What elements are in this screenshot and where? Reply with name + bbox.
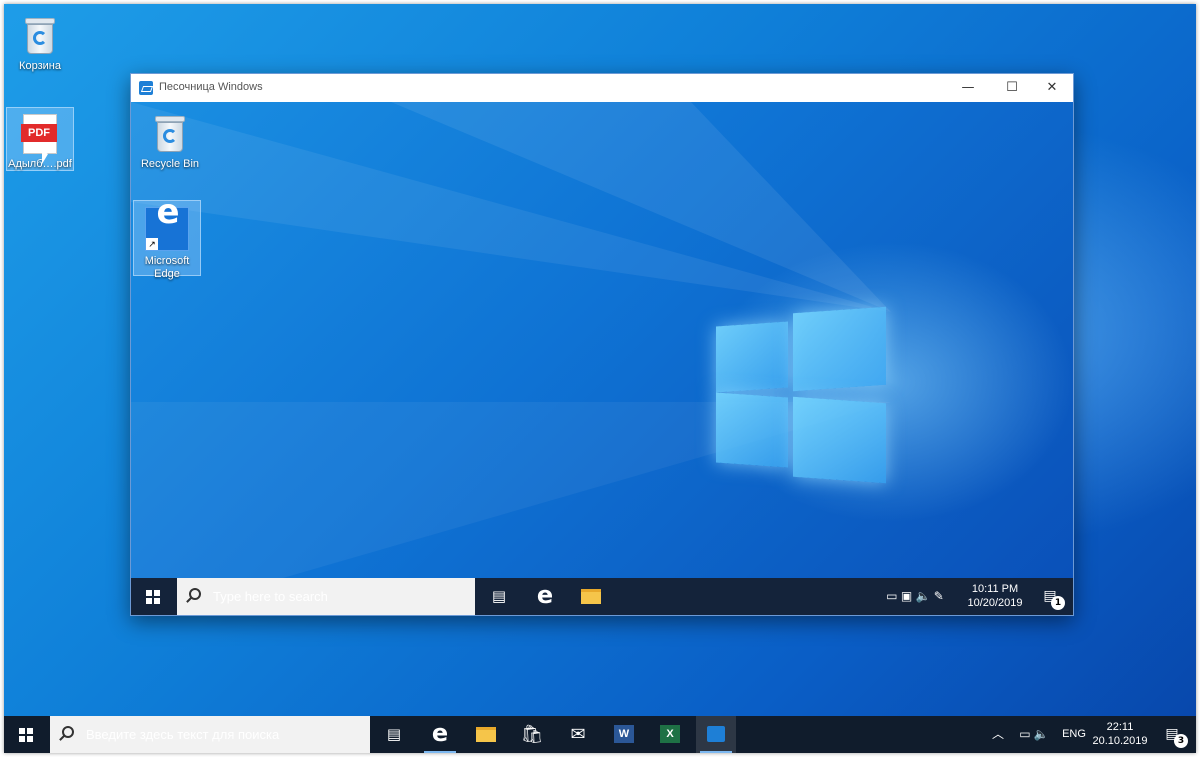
search-placeholder: Введите здесь текст для поиска	[86, 727, 280, 742]
wallpaper-light-rays	[131, 102, 891, 615]
host-taskbar: Введите здесь текст для поиска ▤ e 🛍 ✉ W…	[4, 716, 1196, 753]
windows-start-icon	[19, 728, 33, 742]
desktop-icon-label: Корзина	[19, 60, 61, 72]
desktop-icon-pdf-file[interactable]: PDF Адылб….pdf	[6, 107, 74, 171]
show-hidden-icons-button[interactable]: ︿	[988, 716, 1008, 753]
minimize-button[interactable]: —	[946, 74, 990, 102]
search-icon	[189, 588, 201, 600]
notification-count: 3	[1174, 734, 1188, 748]
notifications-button[interactable]: ▤ 3	[1154, 716, 1190, 753]
windows-sandbox-window[interactable]: Песочница Windows — ☐ ✕ Recycle Bin e ↗ …	[130, 73, 1074, 616]
edge-taskbar-icon[interactable]: e	[525, 578, 565, 615]
sandbox-desktop: Recycle Bin e ↗ Microsoft Edge Type here…	[131, 102, 1073, 615]
clock-date: 20.10.2019	[1092, 735, 1148, 747]
start-button[interactable]	[131, 578, 175, 615]
inner-desktop-icon-recycle-bin[interactable]: Recycle Bin	[136, 108, 204, 172]
maximize-button[interactable]: ☐	[990, 74, 1034, 102]
search-input[interactable]: Введите здесь текст для поиска	[50, 716, 370, 753]
search-input[interactable]: Type here to search	[177, 578, 475, 615]
notifications-button[interactable]: ▤ 1	[1033, 578, 1067, 615]
clock[interactable]: 22:11 20.10.2019	[1090, 716, 1150, 753]
sandbox-taskbar: Type here to search ▤ e ▭ ▣ 🔈 ✎ 10:11 PM…	[131, 578, 1073, 615]
desktop-icon-label: Recycle Bin	[140, 158, 200, 170]
windows-start-icon	[146, 590, 160, 604]
store-taskbar-icon[interactable]: 🛍	[512, 716, 552, 753]
start-button[interactable]	[4, 716, 48, 753]
close-button[interactable]: ✕	[1030, 74, 1074, 102]
clock-date: 10/20/2019	[967, 597, 1023, 609]
excel-taskbar-icon[interactable]: X	[650, 716, 690, 753]
mail-taskbar-icon[interactable]: ✉	[558, 716, 598, 753]
task-view-button[interactable]: ▤	[479, 578, 519, 615]
search-icon	[62, 726, 74, 738]
windows-logo-wallpaper-icon	[716, 304, 888, 484]
recycle-bin-icon	[153, 114, 187, 154]
clock-time: 22:11	[1106, 721, 1134, 733]
host-desktop: Корзина PDF Адылб….pdf Песочница Windows…	[4, 4, 1196, 753]
sandbox-taskbar-icon[interactable]	[696, 716, 736, 753]
edge-taskbar-icon[interactable]: e	[420, 716, 460, 753]
system-tray-icons[interactable]: ▭ ▣ 🔈 ✎	[869, 578, 961, 615]
word-taskbar-icon[interactable]: W	[604, 716, 644, 753]
desktop-icon-label: Адылб….pdf	[8, 158, 72, 170]
shortcut-arrow-icon: ↗	[146, 238, 158, 250]
clock-time: 10:11 PM	[971, 583, 1019, 595]
window-title: Песочница Windows	[159, 81, 263, 93]
pdf-file-icon: PDF	[21, 114, 57, 154]
file-explorer-taskbar-icon[interactable]	[466, 716, 506, 753]
task-view-button[interactable]: ▤	[374, 716, 414, 753]
mouse-cursor-icon	[42, 150, 48, 164]
recycle-bin-icon	[23, 16, 57, 56]
microsoft-edge-icon: e ↗	[145, 195, 189, 251]
search-placeholder: Type here to search	[213, 589, 328, 604]
clock[interactable]: 10:11 PM 10/20/2019	[961, 578, 1029, 615]
notification-count: 1	[1051, 596, 1065, 610]
pdf-badge: PDF	[21, 124, 57, 142]
window-titlebar[interactable]: Песочница Windows — ☐ ✕	[131, 74, 1073, 102]
sandbox-app-icon	[139, 81, 153, 95]
file-explorer-taskbar-icon[interactable]	[571, 578, 611, 615]
inner-desktop-icon-edge[interactable]: e ↗ Microsoft Edge	[133, 195, 201, 280]
system-tray-icons[interactable]: ▭ 🔈	[1010, 716, 1058, 753]
input-language[interactable]: ENG	[1058, 716, 1090, 753]
desktop-icon-label: Microsoft Edge	[144, 255, 190, 280]
desktop-icon-recycle-bin[interactable]: Корзина	[6, 10, 74, 74]
